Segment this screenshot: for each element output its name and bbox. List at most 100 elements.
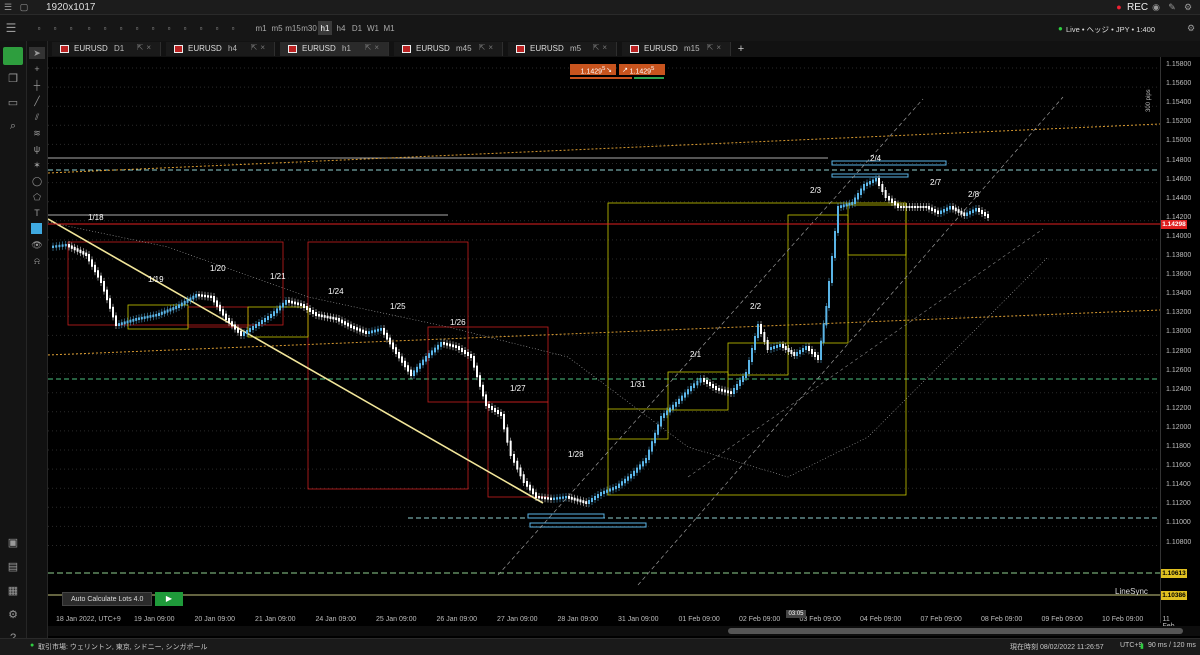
timeframe-m15[interactable]: m15 bbox=[285, 21, 301, 35]
candle-body bbox=[222, 309, 224, 316]
shapes-icon[interactable]: ⬠ bbox=[29, 191, 45, 203]
briefcase-icon[interactable]: ▣ bbox=[4, 535, 22, 549]
text-icon[interactable]: T bbox=[29, 207, 45, 219]
search-icon[interactable]: ⌕ bbox=[4, 119, 22, 133]
bell-icon[interactable]: ⍾ bbox=[29, 255, 45, 267]
toolbar-tool-3-icon[interactable]: ▫ bbox=[82, 21, 96, 35]
candle-body bbox=[488, 404, 490, 408]
timeframe-h4[interactable]: h4 bbox=[334, 21, 348, 35]
color-swatch-icon[interactable] bbox=[31, 223, 42, 234]
gear-icon[interactable]: ⚙ bbox=[1186, 23, 1196, 33]
candle-body bbox=[591, 498, 593, 502]
day-label: 1/26 bbox=[450, 318, 466, 327]
ellipse-icon[interactable]: ◯ bbox=[29, 175, 45, 187]
candle-body bbox=[329, 316, 332, 319]
price-tick: 1.14400 bbox=[1166, 194, 1192, 202]
tab-close-icon[interactable]: ⇱× bbox=[365, 43, 382, 52]
candle-body bbox=[416, 366, 418, 373]
hamburger-icon[interactable]: ☰ bbox=[4, 21, 18, 35]
toolbar-tool-4-icon[interactable]: ▫ bbox=[98, 21, 112, 35]
eye-icon[interactable]: 👁 bbox=[29, 239, 45, 251]
tab-symbol: EURUSD bbox=[644, 44, 678, 53]
candle-body bbox=[82, 251, 85, 255]
trade-watch-button[interactable] bbox=[3, 47, 23, 65]
candle-body bbox=[751, 348, 753, 362]
price-tick: 1.12000 bbox=[1166, 423, 1192, 431]
candle-body bbox=[754, 336, 756, 350]
toolbar-tool-1-icon[interactable]: ▫ bbox=[48, 21, 62, 35]
trendline-icon[interactable]: ╱ bbox=[29, 95, 45, 107]
camera-icon[interactable]: ◉ bbox=[1150, 1, 1162, 13]
tab-close-icon[interactable]: ⇱× bbox=[137, 43, 154, 52]
copy-icon[interactable]: ❐ bbox=[4, 71, 22, 85]
candle-body bbox=[152, 314, 155, 318]
news-icon[interactable]: ▦ bbox=[4, 583, 22, 597]
horizontal-line-icon[interactable]: ┼ bbox=[29, 79, 45, 91]
chart-canvas[interactable]: 1/18 1/19 1/20 1/21 1/24 1/25 1/26 1/27 1/28 1/31… bbox=[48, 57, 1160, 623]
horizontal-scrollbar[interactable] bbox=[48, 626, 1200, 636]
toolbar-tool-8-icon[interactable]: ▫ bbox=[162, 21, 176, 35]
pitchfork-icon[interactable]: ψ bbox=[29, 143, 45, 155]
candle-body bbox=[559, 496, 561, 500]
monitor-icon[interactable]: ▭ bbox=[4, 95, 22, 109]
settings-icon[interactable]: ⚙ bbox=[1182, 1, 1194, 13]
timeframe-h1[interactable]: h1 bbox=[318, 21, 332, 35]
tab-eurusd-d1[interactable]: EURUSD D1 ⇱× bbox=[52, 42, 161, 56]
tab-close-icon[interactable]: ⇱× bbox=[593, 43, 610, 52]
crosshair-icon[interactable]: + bbox=[29, 63, 45, 75]
cursor-icon[interactable]: ➤ bbox=[29, 47, 45, 59]
candle-body bbox=[513, 454, 515, 463]
tab-eurusd-m5[interactable]: EURUSD m5 ⇱× bbox=[508, 42, 617, 56]
flag-icon bbox=[60, 45, 69, 53]
pencil-icon[interactable]: ✎ bbox=[1166, 1, 1178, 13]
tab-eurusd-m45[interactable]: EURUSD m45 ⇱× bbox=[394, 42, 503, 56]
tab-eurusd-m15[interactable]: EURUSD m15 ⇱× bbox=[622, 42, 731, 56]
toolbar-tool-12-icon[interactable]: ▫ bbox=[226, 21, 240, 35]
candle-body bbox=[902, 206, 905, 208]
toolbar-tool-7-icon[interactable]: ▫ bbox=[146, 21, 160, 35]
timeframe-m1[interactable]: m1 bbox=[254, 21, 268, 35]
toolbar-tool-0-icon[interactable]: ▫ bbox=[32, 21, 46, 35]
toolbar-tool-11-icon[interactable]: ▫ bbox=[210, 21, 224, 35]
toolbar-tool-5-icon[interactable]: ▫ bbox=[114, 21, 128, 35]
timeframe-m30[interactable]: m30 bbox=[301, 21, 317, 35]
tab-symbol: EURUSD bbox=[302, 44, 336, 53]
menu-icon[interactable]: ☰ bbox=[2, 1, 14, 13]
time-axis[interactable]: 18 Jan 2022, UTC+9 19 Jan 09:00 20 Jan 09:… bbox=[48, 614, 1180, 637]
fibonacci-icon[interactable]: ≋ bbox=[29, 127, 45, 139]
tab-close-icon[interactable]: ⇱× bbox=[251, 43, 268, 52]
timeframe-M1[interactable]: M1 bbox=[382, 21, 396, 35]
candle-body bbox=[834, 231, 836, 258]
day-label: 1/19 bbox=[148, 275, 164, 284]
tab-close-icon[interactable]: ⇱× bbox=[479, 43, 496, 52]
gann-icon[interactable]: ✶ bbox=[29, 159, 45, 171]
candle-body bbox=[817, 355, 819, 360]
candle-body bbox=[669, 407, 671, 413]
tab-eurusd-h4[interactable]: EURUSD h4 ⇱× bbox=[166, 42, 275, 56]
account-info[interactable]: Live • ヘッジ • JPY • 1:400 bbox=[1066, 24, 1155, 35]
timeframe-m5[interactable]: m5 bbox=[270, 21, 284, 35]
rec-button[interactable]: REC bbox=[1127, 2, 1148, 13]
toolbar-tool-2-icon[interactable]: ▫ bbox=[64, 21, 78, 35]
auto-lots-panel[interactable]: Auto Calculate Lots 4.0 bbox=[62, 592, 152, 606]
timeframe-D1[interactable]: D1 bbox=[350, 21, 364, 35]
toolbar-tool-10-icon[interactable]: ▫ bbox=[194, 21, 208, 35]
toolbar-tool-6-icon[interactable]: ▫ bbox=[130, 21, 144, 35]
candle-body bbox=[374, 329, 376, 333]
timeframe-W1[interactable]: W1 bbox=[366, 21, 380, 35]
play-button[interactable]: ▶ bbox=[155, 592, 183, 606]
candle-body bbox=[565, 496, 567, 499]
tab-close-icon[interactable]: ⇱× bbox=[707, 43, 724, 52]
add-tab-icon[interactable]: + bbox=[735, 42, 747, 56]
channel-icon[interactable]: ⫽ bbox=[29, 111, 45, 123]
price-axis[interactable]: 1.15800 1.15600 1.15400 1.15200 1.15000 1.148… bbox=[1160, 57, 1200, 623]
price-tick: 1.13000 bbox=[1166, 328, 1192, 336]
toolbar-tool-9-icon[interactable]: ▫ bbox=[178, 21, 192, 35]
candle-body bbox=[900, 206, 902, 208]
price-chart[interactable]: 1/18 1/19 1/20 1/21 1/24 1/25 1/26 1/27 1/28 1/31… bbox=[48, 57, 1160, 623]
scroll-thumb[interactable] bbox=[728, 628, 1183, 634]
window-icon[interactable]: ▢ bbox=[18, 1, 30, 13]
tab-eurusd-h1[interactable]: EURUSD h1 ⇱× bbox=[280, 42, 389, 56]
calendar-icon[interactable]: ▤ bbox=[4, 559, 22, 573]
settings-icon[interactable]: ⚙ bbox=[4, 607, 22, 621]
